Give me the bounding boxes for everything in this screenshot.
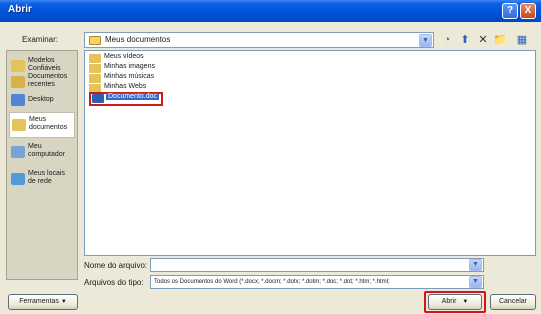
word-document-icon	[92, 94, 104, 103]
cancel-button[interactable]: Cancelar	[490, 294, 536, 310]
back-icon[interactable]: ◔	[440, 33, 454, 47]
look-in-value: Meus documentos	[105, 35, 171, 44]
chevron-down-icon[interactable]: ▼	[419, 34, 432, 47]
music-folder-icon	[89, 74, 101, 83]
file-name: Meus vídeos	[104, 53, 144, 60]
place-my-documents[interactable]: Meus documentos	[9, 112, 75, 138]
file-list[interactable]: Meus vídeos Minhas imagens Minhas música…	[84, 50, 536, 256]
filetype-label: Arquivos do tipo:	[84, 278, 144, 287]
chevron-down-icon[interactable]: ▼	[469, 259, 482, 271]
close-button[interactable]: X	[520, 3, 536, 19]
my-computer-icon	[11, 146, 25, 158]
open-button-label: Abrir	[441, 298, 457, 305]
place-label: Documentos recentes	[28, 73, 68, 88]
open-button[interactable]: Abrir ▼	[428, 294, 482, 310]
chevron-down-icon: ▼	[60, 299, 67, 305]
file-name: Documento.doc	[106, 93, 160, 100]
places-bar: Modelos Confiáveis Documentos recentes D…	[6, 50, 78, 280]
file-name: Minhas Webs	[104, 83, 147, 90]
place-my-computer[interactable]: Meu computador	[9, 140, 75, 166]
file-name: Minhas imagens	[104, 63, 155, 70]
place-network[interactable]: Meus locais de rede	[9, 167, 75, 193]
tools-button[interactable]: Ferramentas ▼	[8, 294, 78, 310]
up-folder-icon[interactable]: ⬆	[458, 33, 472, 47]
chevron-down-icon: ▼	[462, 299, 469, 305]
place-label: Meus locais de rede	[28, 170, 65, 185]
chevron-down-icon[interactable]: ▼	[469, 276, 482, 288]
desktop-icon	[11, 94, 25, 106]
look-in-combo[interactable]: Meus documentos ▼	[84, 32, 434, 48]
delete-icon[interactable]: ✕	[476, 33, 490, 47]
videos-folder-icon	[89, 54, 101, 63]
title-bar[interactable]: Abrir ? X	[0, 0, 541, 22]
help-button[interactable]: ?	[502, 3, 518, 19]
folder-icon	[89, 36, 101, 45]
file-name: Minhas músicas	[104, 73, 155, 80]
recent-documents-icon	[11, 76, 25, 88]
place-label: Meus documentos	[29, 116, 68, 131]
place-label: Meu computador	[28, 143, 65, 158]
dialog-title: Abrir	[8, 4, 32, 15]
new-folder-icon[interactable]: 📁	[492, 33, 508, 47]
open-dialog: Abrir ? X Examinar: Meus documentos ▼ ◔ …	[0, 0, 541, 314]
place-desktop[interactable]: Desktop	[9, 91, 75, 109]
tools-button-label: Ferramentas	[19, 298, 59, 305]
pictures-folder-icon	[89, 64, 101, 73]
network-places-icon	[11, 173, 25, 185]
place-label: Desktop	[28, 96, 54, 103]
filetype-select[interactable]: Todos os Documentos do Word (*.docx; *.d…	[150, 275, 484, 289]
my-documents-icon	[12, 119, 26, 131]
views-icon[interactable]: ▦	[512, 33, 532, 47]
list-item-selected[interactable]: Documento.doc	[89, 92, 163, 106]
filename-label: Nome do arquivo:	[84, 261, 148, 270]
look-in-label: Examinar:	[22, 35, 59, 44]
filetype-value: Todos os Documentos do Word (*.docx; *.d…	[154, 279, 390, 285]
filename-field[interactable]: ▼	[150, 258, 484, 272]
